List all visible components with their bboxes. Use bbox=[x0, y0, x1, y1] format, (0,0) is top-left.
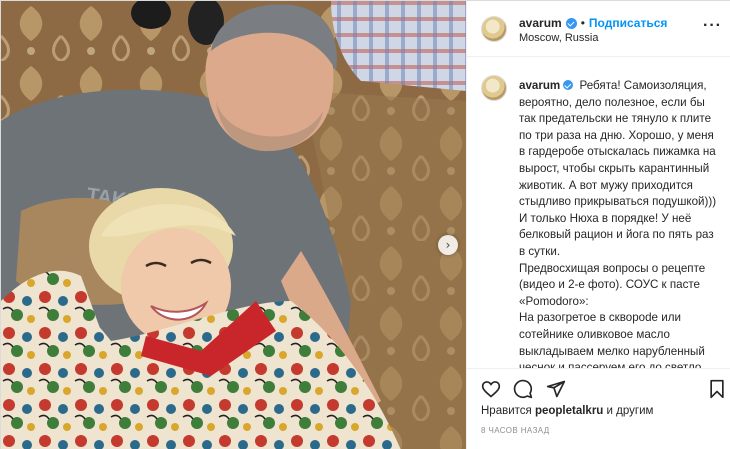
caption-paragraph-3: На разогретое в скворode или сотейнике о… bbox=[519, 311, 705, 368]
comments-area[interactable]: avarum Ребята! Самоизоляция, вероятно, д… bbox=[467, 58, 730, 368]
avatar[interactable] bbox=[481, 16, 507, 42]
photo-illustration: TAKE bbox=[1, 1, 466, 449]
post-timestamp[interactable]: 8 часов назад bbox=[481, 426, 550, 435]
bookmark-icon[interactable] bbox=[708, 379, 726, 399]
user-line: avarum • Подписаться bbox=[519, 16, 667, 30]
instagram-post: TAKE › avarum • Подписаться Moscow, Russ… bbox=[0, 0, 730, 449]
more-horizontal-icon[interactable]: ··· bbox=[703, 17, 722, 35]
post-header: avarum • Подписаться Moscow, Russia ··· bbox=[467, 1, 730, 57]
caption-text: avarum Ребята! Самоизоляция, вероятно, д… bbox=[519, 78, 719, 368]
post-photo[interactable]: TAKE › bbox=[1, 1, 466, 449]
location-link[interactable]: Moscow, Russia bbox=[519, 32, 598, 44]
caption-paragraph-2: Предвосхищая вопросы о рецепте (видео и … bbox=[519, 261, 706, 308]
caption-username[interactable]: avarum bbox=[519, 79, 560, 92]
caption-verified-badge-icon bbox=[563, 80, 574, 90]
chevron-right-icon: › bbox=[445, 238, 451, 252]
heart-icon[interactable] bbox=[481, 379, 501, 399]
caption-paragraph-1: Ребята! Самоизоляция, вероятно, дело пол… bbox=[519, 79, 717, 258]
comment-icon[interactable] bbox=[513, 379, 533, 399]
likes-line: Нравится peopletalkru и другим bbox=[481, 405, 653, 417]
carousel-next-button[interactable]: › bbox=[438, 235, 458, 255]
caption-avatar[interactable] bbox=[481, 75, 507, 101]
verified-badge-icon bbox=[565, 17, 577, 29]
post-sidebar: avarum • Подписаться Moscow, Russia ··· … bbox=[466, 1, 730, 449]
likes-prefix: Нравится bbox=[481, 405, 532, 417]
separator-dot: • bbox=[580, 16, 585, 30]
username-link[interactable]: avarum bbox=[519, 16, 562, 30]
paper-plane-icon[interactable] bbox=[546, 379, 566, 399]
follow-button[interactable]: Подписаться bbox=[589, 16, 667, 30]
likes-suffix: и другим bbox=[606, 405, 654, 417]
action-bar bbox=[467, 368, 730, 408]
likes-user-link[interactable]: peopletalkru bbox=[535, 405, 603, 417]
